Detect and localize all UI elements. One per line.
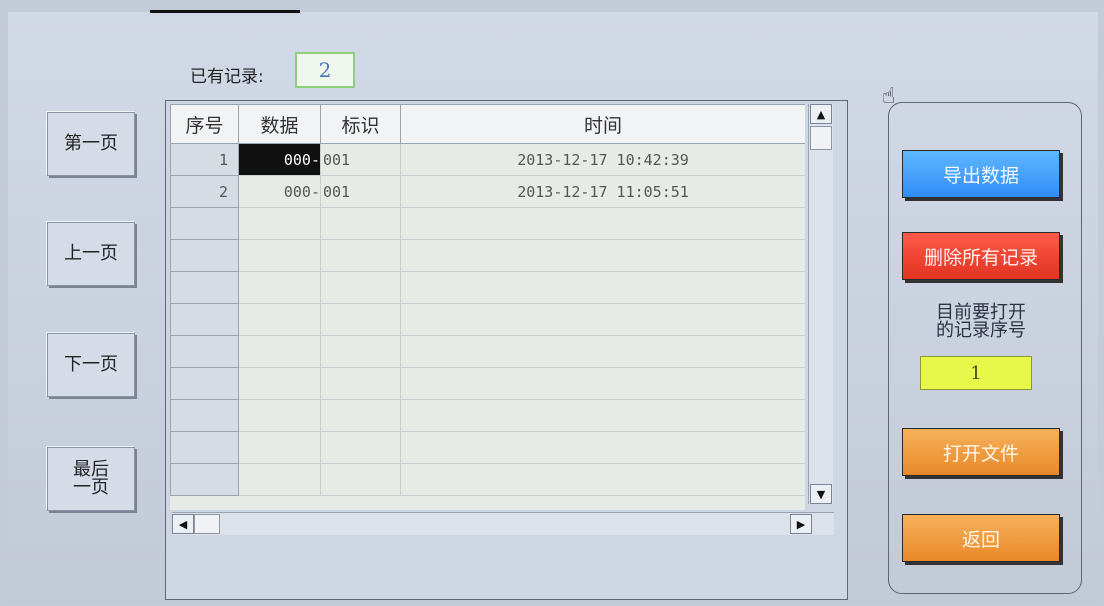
scroll-right-icon[interactable]: ▶ [790, 514, 812, 534]
table-row[interactable] [170, 335, 805, 368]
open-file-button[interactable]: 打开文件 [902, 428, 1060, 476]
table-row[interactable] [170, 303, 805, 336]
header-tag: 标识 [320, 104, 401, 144]
open-record-label-line2: 的记录序号 [936, 320, 1026, 341]
table-row[interactable] [170, 367, 805, 400]
row-data[interactable]: 000- [238, 143, 321, 176]
table-row[interactable] [170, 239, 805, 272]
row-time: 2013-12-17 10:42:39 [400, 143, 805, 176]
horizontal-scrollbar[interactable]: ◀ ▶ [172, 512, 834, 535]
hand-pointer-icon: ☝ [882, 84, 896, 109]
row-index: 1 [170, 143, 239, 176]
row-tag: 001 [320, 175, 401, 208]
table-row[interactable] [170, 431, 805, 464]
top-edge-bar [150, 10, 300, 13]
row-time: 2013-12-17 11:05:51 [400, 175, 805, 208]
scroll-left-icon[interactable]: ◀ [172, 514, 194, 534]
records-table[interactable]: 序号 数据 标识 时间 1 000- 001 2013-12-17 10:42:… [170, 104, 805, 510]
last-page-button[interactable]: 最后 一页 [47, 447, 135, 511]
vertical-scroll-thumb[interactable] [810, 126, 832, 150]
back-button[interactable]: 返回 [902, 514, 1060, 562]
table-row[interactable] [170, 271, 805, 304]
last-page-label-line2: 一页 [73, 477, 109, 498]
header-time: 时间 [400, 104, 805, 144]
next-page-button[interactable]: 下一页 [47, 333, 135, 397]
row-index: 2 [170, 175, 239, 208]
row-data[interactable]: 000- [238, 175, 321, 208]
record-count-label: 已有记录: [190, 67, 264, 87]
table-row[interactable]: 2 000- 001 2013-12-17 11:05:51 [170, 175, 805, 208]
delete-all-records-button[interactable]: 删除所有记录 [902, 232, 1060, 280]
first-page-button[interactable]: 第一页 [47, 112, 135, 176]
export-data-button[interactable]: 导出数据 [902, 150, 1060, 198]
horizontal-scroll-thumb[interactable] [194, 514, 220, 534]
header-index: 序号 [170, 104, 239, 144]
row-tag: 001 [320, 143, 401, 176]
open-record-index-label: 目前要打开 的记录序号 [900, 304, 1062, 340]
header-data: 数据 [238, 104, 321, 144]
table-row[interactable] [170, 463, 805, 496]
table-row[interactable] [170, 399, 805, 432]
scroll-down-icon[interactable]: ▼ [810, 484, 832, 504]
table-row[interactable]: 1 000- 001 2013-12-17 10:42:39 [170, 143, 805, 176]
prev-page-button[interactable]: 上一页 [47, 222, 135, 286]
table-row[interactable] [170, 207, 805, 240]
open-record-index-input[interactable]: 1 [920, 356, 1032, 390]
record-count-value: 2 [295, 52, 355, 88]
vertical-scrollbar[interactable]: ▲ ▼ [808, 104, 833, 504]
scroll-up-icon[interactable]: ▲ [810, 104, 832, 124]
